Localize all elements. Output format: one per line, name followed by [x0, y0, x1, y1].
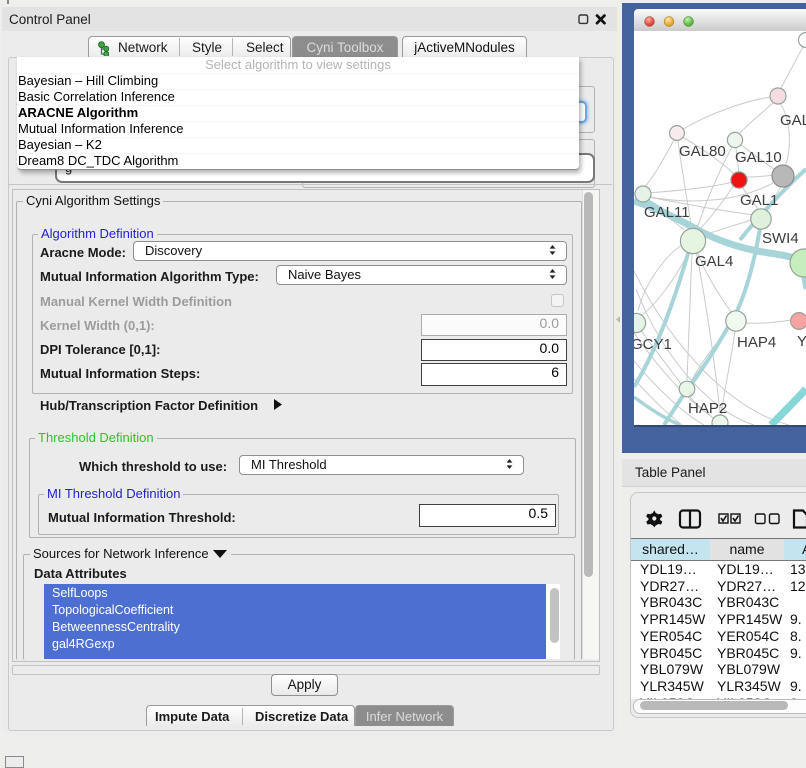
svg-text:HAP4: HAP4: [737, 334, 776, 351]
svg-text:GAL10: GAL10: [735, 149, 782, 166]
svg-text:SWI4: SWI4: [762, 230, 799, 247]
svg-text:GAL80: GAL80: [679, 143, 726, 160]
svg-text:GAL1: GAL1: [740, 192, 778, 209]
svg-text:GAL4: GAL4: [695, 253, 733, 270]
svg-text:YM: YM: [797, 333, 806, 350]
svg-text:GAL11: GAL11: [644, 204, 690, 221]
svg-text:HAP2: HAP2: [688, 400, 727, 417]
svg-text:GCY1: GCY1: [634, 336, 672, 353]
svg-text:GAL7: GAL7: [780, 112, 806, 129]
